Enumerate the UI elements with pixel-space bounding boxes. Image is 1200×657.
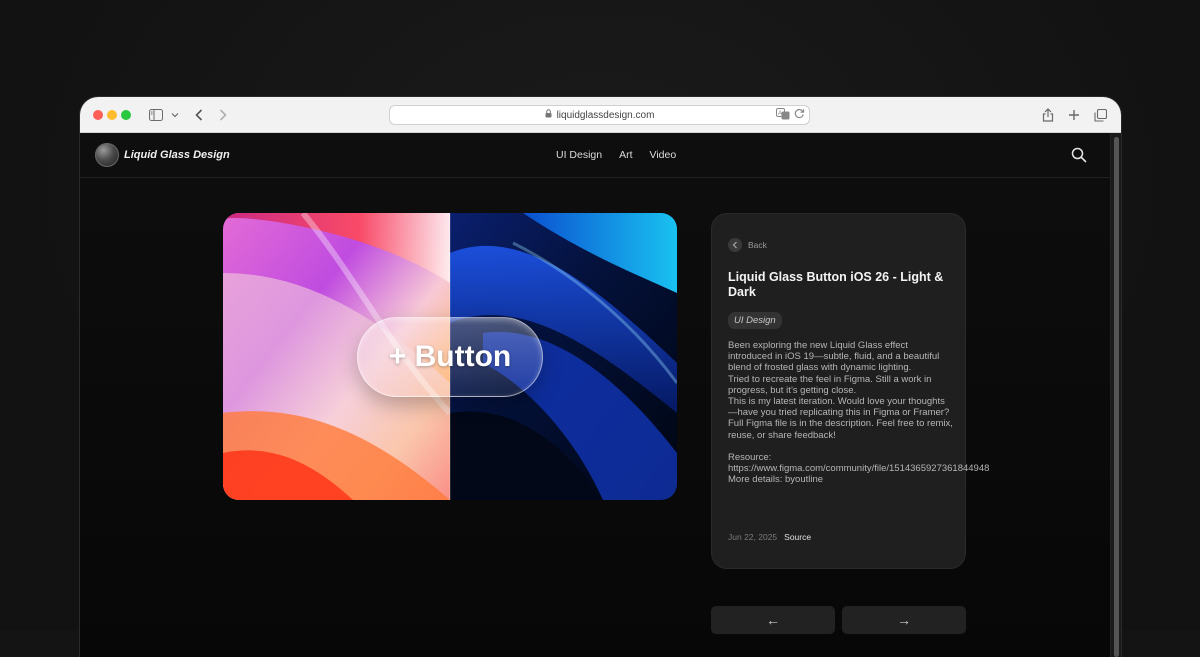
tabs-icon[interactable] xyxy=(1093,105,1107,125)
arrow-right-icon: → xyxy=(897,612,911,628)
search-icon[interactable] xyxy=(1071,147,1087,163)
browser-window: liquidglassdesign.com A Liquid Glass Des… xyxy=(80,97,1121,657)
url-text: liquidglassdesign.com xyxy=(556,109,655,121)
site-header: Liquid Glass Design UI Design Art Video xyxy=(80,133,1110,178)
close-window-button[interactable] xyxy=(93,110,103,120)
site-title[interactable]: Liquid Glass Design xyxy=(124,149,230,161)
scrollbar[interactable] xyxy=(1110,133,1121,657)
post-title: Liquid Glass Button iOS 26 - Light & Dar… xyxy=(728,270,944,299)
back-icon[interactable] xyxy=(192,105,206,125)
liquid-glass-button-preview: + Button xyxy=(357,317,543,397)
more-details: More details: byoutline xyxy=(728,474,824,486)
preview-image[interactable]: + Button xyxy=(223,213,677,500)
resource-link[interactable]: Resource: https://www.figma.com/communit… xyxy=(728,452,989,474)
arrow-left-icon: ← xyxy=(766,612,780,628)
back-label: Back xyxy=(748,240,767,250)
background: liquidglassdesign.com A Liquid Glass Des… xyxy=(0,0,1200,657)
category-tag[interactable]: UI Design xyxy=(728,312,782,329)
description-paragraph: Been exploring the new Liquid Glass effe… xyxy=(728,340,940,374)
main-nav: UI Design Art Video xyxy=(556,149,676,161)
zoom-window-button[interactable] xyxy=(121,110,131,120)
chevron-down-icon[interactable] xyxy=(170,105,180,125)
back-button[interactable]: Back xyxy=(728,238,767,252)
sidebar-icon[interactable] xyxy=(148,105,164,125)
nav-item-video[interactable]: Video xyxy=(650,149,677,161)
share-icon[interactable] xyxy=(1041,105,1055,125)
reload-icon[interactable] xyxy=(794,108,805,123)
translate-icon[interactable]: A xyxy=(776,108,790,123)
chevron-left-icon xyxy=(728,238,742,252)
svg-text:A: A xyxy=(778,111,782,117)
web-page: Liquid Glass Design UI Design Art Video xyxy=(80,133,1110,657)
site-logo[interactable] xyxy=(95,143,119,167)
source-link[interactable]: Source xyxy=(784,532,811,542)
nav-item-art[interactable]: Art xyxy=(619,149,632,161)
description-paragraph: Full Figma file is in the description. F… xyxy=(728,418,953,441)
scrollbar-thumb[interactable] xyxy=(1114,137,1119,657)
nav-item-ui-design[interactable]: UI Design xyxy=(556,149,602,161)
new-tab-icon[interactable] xyxy=(1067,105,1081,125)
address-bar[interactable]: liquidglassdesign.com A xyxy=(389,105,810,125)
description-paragraph: This is my latest iteration. Would love … xyxy=(728,396,950,419)
browser-titlebar: liquidglassdesign.com A xyxy=(80,97,1121,133)
lock-icon xyxy=(545,109,552,121)
forward-icon[interactable] xyxy=(216,105,230,125)
minimize-window-button[interactable] xyxy=(107,110,117,120)
description-paragraph: Tried to recreate the feel in Figma. Sti… xyxy=(728,373,932,396)
post-description: Been exploring the new Liquid Glass effe… xyxy=(728,340,989,486)
detail-panel: Back Liquid Glass Button iOS 26 - Light … xyxy=(711,213,989,569)
post-meta: Jun 22, 2025 Source xyxy=(728,532,811,542)
post-date: Jun 22, 2025 xyxy=(728,532,778,542)
